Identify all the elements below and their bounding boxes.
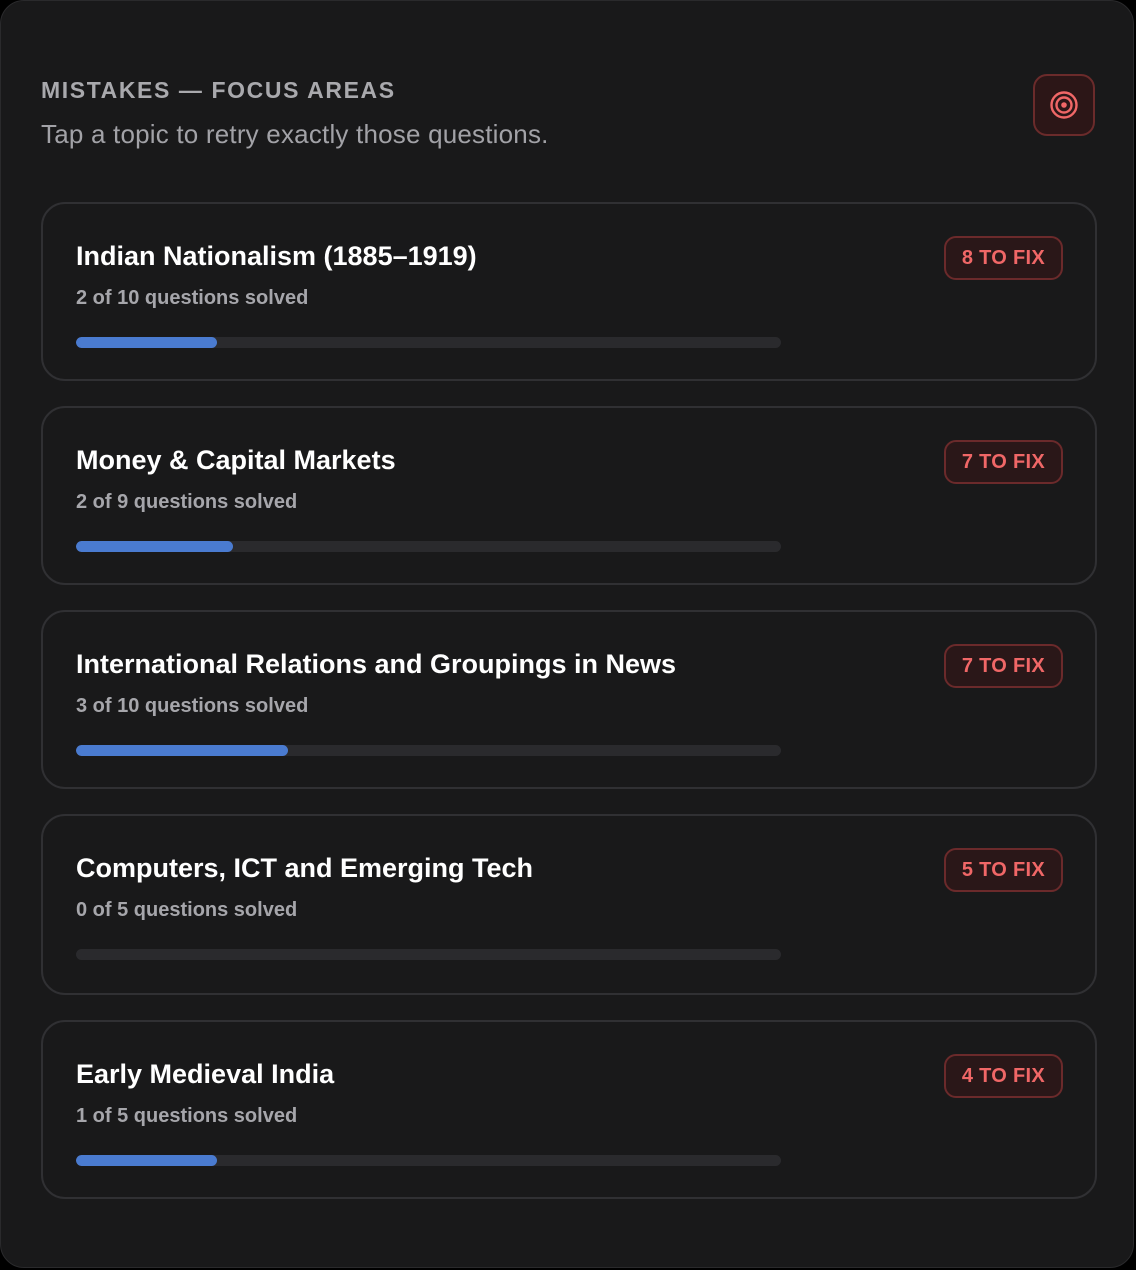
topic-title: Indian Nationalism (1885–1919)	[76, 241, 477, 271]
progress-fill	[76, 1155, 217, 1166]
topic-card[interactable]: Computers, ICT and Emerging Tech 0 of 5 …	[41, 814, 1097, 995]
topic-title: Early Medieval India	[76, 1059, 335, 1089]
topic-list: Indian Nationalism (1885–1919) 2 of 10 q…	[41, 202, 1097, 1224]
panel-header: MISTAKES — FOCUS AREAS Tap a topic to re…	[41, 73, 549, 151]
progress-track	[76, 745, 781, 756]
progress-fill	[76, 745, 288, 756]
progress-track	[76, 337, 781, 348]
topic-solved-count: 1 of 5 questions solved	[76, 1105, 298, 1127]
target-icon	[1050, 91, 1078, 119]
section-subtitle: Tap a topic to retry exactly those quest…	[41, 119, 549, 149]
focus-target-button[interactable]	[1033, 74, 1095, 136]
topic-card[interactable]: Indian Nationalism (1885–1919) 2 of 10 q…	[41, 202, 1097, 381]
topic-solved-count: 0 of 5 questions solved	[76, 899, 298, 921]
progress-track	[76, 949, 781, 960]
topic-title: International Relations and Groupings in…	[76, 649, 677, 679]
topic-solved-count: 3 of 10 questions solved	[76, 695, 309, 717]
topic-card[interactable]: Early Medieval India 1 of 5 questions so…	[41, 1020, 1097, 1199]
topic-solved-count: 2 of 10 questions solved	[76, 287, 309, 309]
topic-card[interactable]: International Relations and Groupings in…	[41, 610, 1097, 789]
to-fix-badge: 7 TO FIX	[943, 440, 1063, 484]
to-fix-badge: 5 TO FIX	[943, 848, 1063, 892]
to-fix-badge: 8 TO FIX	[943, 236, 1063, 280]
progress-track	[76, 541, 781, 552]
topic-card[interactable]: Money & Capital Markets 2 of 9 questions…	[41, 406, 1097, 585]
progress-track	[76, 1155, 781, 1166]
to-fix-badge: 4 TO FIX	[943, 1054, 1063, 1098]
mistakes-panel: MISTAKES — FOCUS AREAS Tap a topic to re…	[0, 0, 1134, 1268]
topic-title: Money & Capital Markets	[76, 445, 396, 475]
section-eyebrow: MISTAKES — FOCUS AREAS	[41, 77, 396, 103]
progress-fill	[76, 541, 233, 552]
topic-title: Computers, ICT and Emerging Tech	[76, 853, 534, 883]
progress-fill	[76, 337, 217, 348]
to-fix-badge: 7 TO FIX	[943, 644, 1063, 688]
topic-solved-count: 2 of 9 questions solved	[76, 491, 298, 513]
